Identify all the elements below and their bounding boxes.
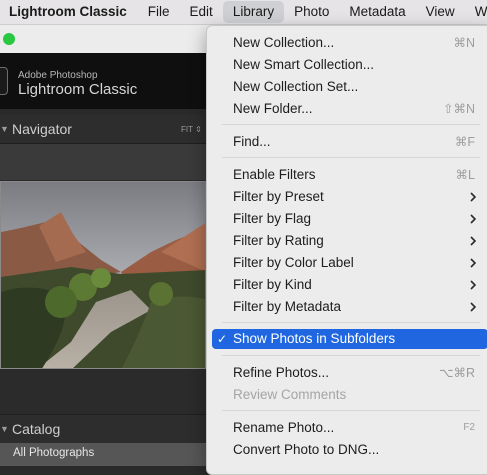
canyon-photo [1,182,205,368]
menu-metadata[interactable]: Metadata [339,1,415,23]
menu-item-show-photos-in-subfolders[interactable]: ✓ Show Photos in Subfolders [212,329,487,349]
catalog-item-label: All Photographs [13,447,95,459]
checkmark-icon: ✓ [217,332,228,346]
menu-item-filter-by-metadata[interactable]: Filter by Metadata [212,297,487,317]
submenu-chevron-icon [470,280,476,290]
menu-item-filter-by-flag[interactable]: Filter by Flag [212,209,487,229]
menu-item-new-collection-set[interactable]: New Collection Set... [212,77,487,97]
menu-library[interactable]: Library [222,1,285,23]
submenu-chevron-icon [470,302,476,312]
shortcut-label: ⇧⌘N [442,102,475,116]
menu-item-new-folder[interactable]: New Folder... ⇧⌘N [212,99,487,119]
brand-adobe-photoshop: Adobe Photoshop [18,70,98,81]
menu-item-review-comments: Review Comments [233,387,347,402]
menu-item-filter-by-kind[interactable]: Filter by Kind [212,275,487,295]
shortcut-label: ⌥⌘R [439,366,475,380]
menu-photo[interactable]: Photo [284,1,339,23]
menu-separator [222,322,480,323]
collapse-triangle-icon[interactable]: ▼ [0,424,9,434]
submenu-chevron-icon [470,192,476,202]
menu-separator [222,157,480,158]
lightroom-logo-icon [0,67,8,95]
menu-bar: Lightroom Classic File Edit Library Phot… [0,0,487,25]
submenu-chevron-icon [470,214,476,224]
menu-item-convert-photo-to-dng[interactable]: Convert Photo to DNG... [212,440,487,460]
submenu-chevron-icon [470,236,476,246]
menu-view[interactable]: View [416,1,465,23]
menu-item-filter-by-preset[interactable]: Filter by Preset [212,187,487,207]
zoom-window-button[interactable] [3,33,15,45]
brand-lightroom-classic: Lightroom Classic [18,81,138,98]
menu-item-new-collection[interactable]: New Collection... ⌘N [212,33,487,53]
navigator-fit-selector[interactable]: FIT ⇕ [181,125,202,134]
menu-edit[interactable]: Edit [180,1,223,23]
menu-window[interactable]: W [465,1,487,23]
menu-item-refine-photos[interactable]: Refine Photos... ⌥⌘R [212,363,487,383]
menu-item-filter-by-rating[interactable]: Filter by Rating [212,231,487,251]
menu-item-filter-by-color-label[interactable]: Filter by Color Label [212,253,487,273]
menu-item-new-smart-collection[interactable]: New Smart Collection... [212,55,487,75]
menu-separator [222,124,480,125]
menu-item-rename-photo[interactable]: Rename Photo... F2 [212,418,487,438]
menu-separator [222,410,480,411]
menu-item-enable-filters[interactable]: Enable Filters ⌘L [212,165,487,185]
navigator-title: Navigator [12,121,72,137]
menu-separator [222,355,480,356]
app-menu[interactable]: Lightroom Classic [0,1,138,23]
navigator-preview-image[interactable] [0,181,206,369]
shortcut-label: ⌘N [453,36,475,50]
menu-file[interactable]: File [138,1,180,23]
menu-item-find[interactable]: Find... ⌘F [212,132,487,152]
library-menu: New Collection... ⌘N New Smart Collectio… [206,25,487,475]
shortcut-label: ⌘L [455,168,475,182]
collapse-triangle-icon[interactable]: ▼ [0,124,9,134]
shortcut-label: F2 [463,422,475,433]
submenu-chevron-icon [470,258,476,268]
shortcut-label: ⌘F [454,135,475,149]
catalog-title: Catalog [12,421,61,437]
